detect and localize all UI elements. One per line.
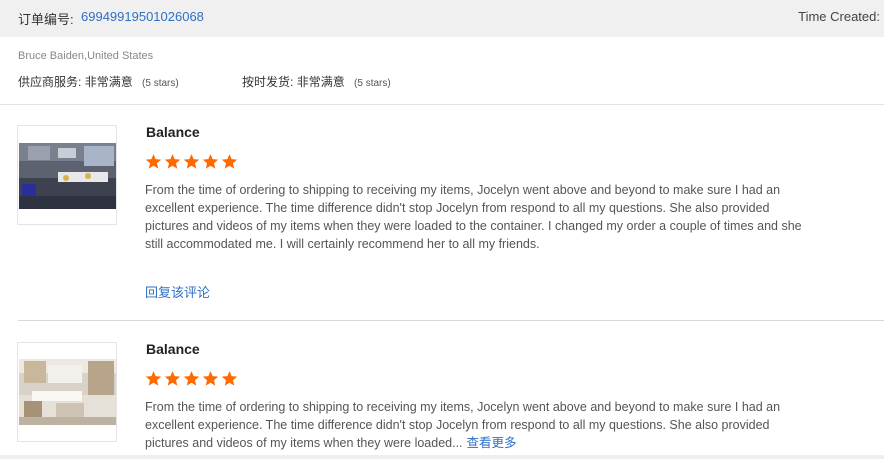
rating-value: 非常满意: [84, 75, 133, 89]
star-icon: [221, 154, 238, 169]
rating-value: 非常满意: [296, 75, 345, 89]
rating-label: 按时发货:: [242, 75, 294, 89]
on-time-shipping-rating: 按时发货: 非常满意 (5 stars): [242, 73, 391, 90]
order-number-link[interactable]: 69949919501026068: [81, 9, 204, 24]
reply-to-review-link[interactable]: 回复该评论: [145, 282, 210, 301]
star-icon: [145, 154, 162, 169]
kitchen-photo-dark: [18, 126, 116, 224]
order-header: 订单编号: 69949919501026068 Time Created:: [0, 0, 884, 37]
buyer-name: Bruce Baiden,United States: [18, 50, 154, 62]
see-more-link[interactable]: 查看更多: [467, 436, 517, 450]
section-divider: [0, 104, 884, 105]
rating-label: 供应商服务:: [18, 75, 82, 89]
review-divider: [18, 320, 884, 321]
product-name[interactable]: Balance: [146, 341, 200, 357]
product-thumbnail[interactable]: [17, 342, 117, 442]
product-name[interactable]: Balance: [146, 124, 200, 140]
star-icon: [202, 154, 219, 169]
star-icon: [164, 154, 181, 169]
star-icon: [202, 371, 219, 386]
kitchen-photo-light: [18, 343, 116, 441]
review-star-rating: [145, 153, 238, 170]
rating-stars-text: (5 stars): [142, 78, 179, 89]
star-icon: [183, 371, 200, 386]
supplier-service-rating: 供应商服务: 非常满意 (5 stars): [18, 73, 179, 90]
scroll-fade-bar: [0, 455, 884, 459]
star-icon: [221, 371, 238, 386]
order-number-label: 订单编号:: [18, 12, 74, 27]
star-icon: [183, 154, 200, 169]
rating-stars-text: (5 stars): [354, 78, 391, 89]
review-text: From the time of ordering to shipping to…: [145, 398, 805, 452]
review-text-truncated: From the time of ordering to shipping to…: [145, 400, 781, 450]
review-star-rating: [145, 370, 238, 387]
star-icon: [164, 371, 181, 386]
time-created-label: Time Created:: [798, 9, 880, 24]
product-thumbnail[interactable]: [17, 125, 117, 225]
star-icon: [145, 371, 162, 386]
review-text: From the time of ordering to shipping to…: [145, 183, 802, 251]
